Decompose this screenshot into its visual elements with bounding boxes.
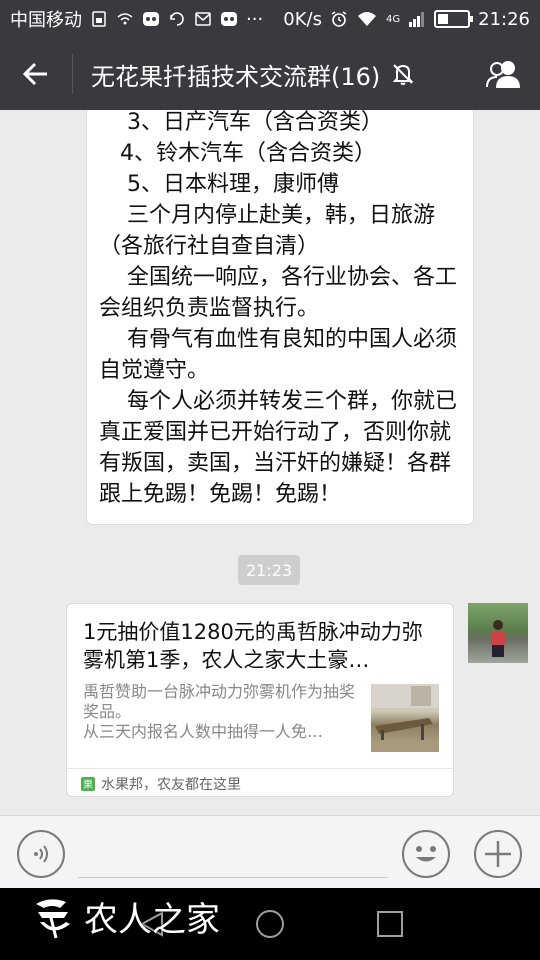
status-bar: 中国移动 ··· 0K/s 4G 21:26 bbox=[0, 0, 540, 38]
timestamp-divider: 21:23 bbox=[238, 555, 300, 585]
link-card-thumbnail bbox=[371, 684, 439, 752]
wifi-icon bbox=[358, 12, 376, 26]
more-options-button[interactable] bbox=[474, 830, 522, 878]
timestamp-label: 21:23 bbox=[245, 560, 293, 580]
chat-title: 无花果扦插技术交流群(16) bbox=[91, 62, 381, 91]
smiley-icon bbox=[416, 846, 436, 862]
message-input-bar bbox=[0, 815, 540, 888]
network-speed: 0K/s bbox=[283, 8, 322, 30]
emoji-button[interactable] bbox=[402, 830, 450, 878]
mail-icon bbox=[195, 12, 211, 26]
people-icon bbox=[486, 61, 520, 88]
carrier-label: 中国移动 bbox=[10, 10, 82, 31]
voice-input-button[interactable] bbox=[17, 830, 65, 878]
chat-header: 无花果扦插技术交流群(16) bbox=[0, 38, 540, 110]
network-type-label: 4G bbox=[386, 13, 401, 25]
alarm-icon bbox=[331, 11, 347, 27]
nav-home-icon[interactable] bbox=[256, 910, 284, 938]
source-app-icon: 果 bbox=[81, 776, 95, 791]
watermark-logo-icon bbox=[36, 898, 70, 938]
clock: 21:26 bbox=[478, 8, 530, 30]
watermark: 农人之家 bbox=[30, 892, 220, 941]
wifi-hotspot-icon bbox=[117, 13, 133, 25]
mute-bell-icon bbox=[392, 64, 414, 85]
link-card-title: 1元抽价值1280元的禹哲脉冲动力弥雾机第1季，农人之家大土豪… bbox=[83, 620, 423, 672]
voice-icon bbox=[34, 845, 48, 863]
app-notification-icon-2 bbox=[221, 12, 237, 26]
text-message-bubble[interactable]: 3、日产汽车（含合资类） 4、铃木汽车（含合资类） 5、日本料理，康师傅 三个月… bbox=[86, 110, 474, 525]
battery-icon bbox=[434, 10, 474, 28]
signal-strength-icon bbox=[409, 12, 425, 27]
battery-level bbox=[438, 14, 448, 24]
nav-recent-apps-icon[interactable] bbox=[377, 911, 403, 937]
link-card-description: 禹哲赞助一台脉冲动力弥雾机作为抽奖奖品。 从三天内报名人数中抽得一人免… bbox=[83, 682, 356, 741]
avatar-photo bbox=[491, 620, 505, 657]
group-members-button[interactable] bbox=[468, 38, 540, 110]
plus-icon bbox=[485, 841, 511, 867]
link-share-card[interactable]: 1元抽价值1280元的禹哲脉冲动力弥雾机第1季，农人之家大土豪… 禹哲赞助一台脉… bbox=[66, 603, 454, 797]
back-button[interactable] bbox=[0, 38, 72, 110]
arrow-left-icon bbox=[22, 62, 47, 86]
message-input[interactable] bbox=[78, 838, 388, 878]
app-notification-icon bbox=[143, 12, 159, 26]
link-card-source-label: 水果邦，农友都在这里 bbox=[101, 776, 241, 793]
sync-icon bbox=[170, 12, 184, 26]
chat-message-list[interactable]: 3、日产汽车（含合资类） 4、铃木汽车（含合资类） 5、日本料理，康师傅 三个月… bbox=[0, 110, 540, 815]
watermark-text: 农人之家 bbox=[84, 900, 220, 940]
sender-avatar[interactable] bbox=[468, 603, 528, 663]
more-notifications-icon: ··· bbox=[246, 8, 264, 30]
sim-card-icon bbox=[92, 11, 106, 27]
message-text: 3、日产汽车（含合资类） 4、铃木汽车（含合资类） 5、日本料理，康师傅 三个月… bbox=[99, 110, 457, 507]
link-card-source: 果 水果邦，农友都在这里 bbox=[67, 768, 453, 798]
